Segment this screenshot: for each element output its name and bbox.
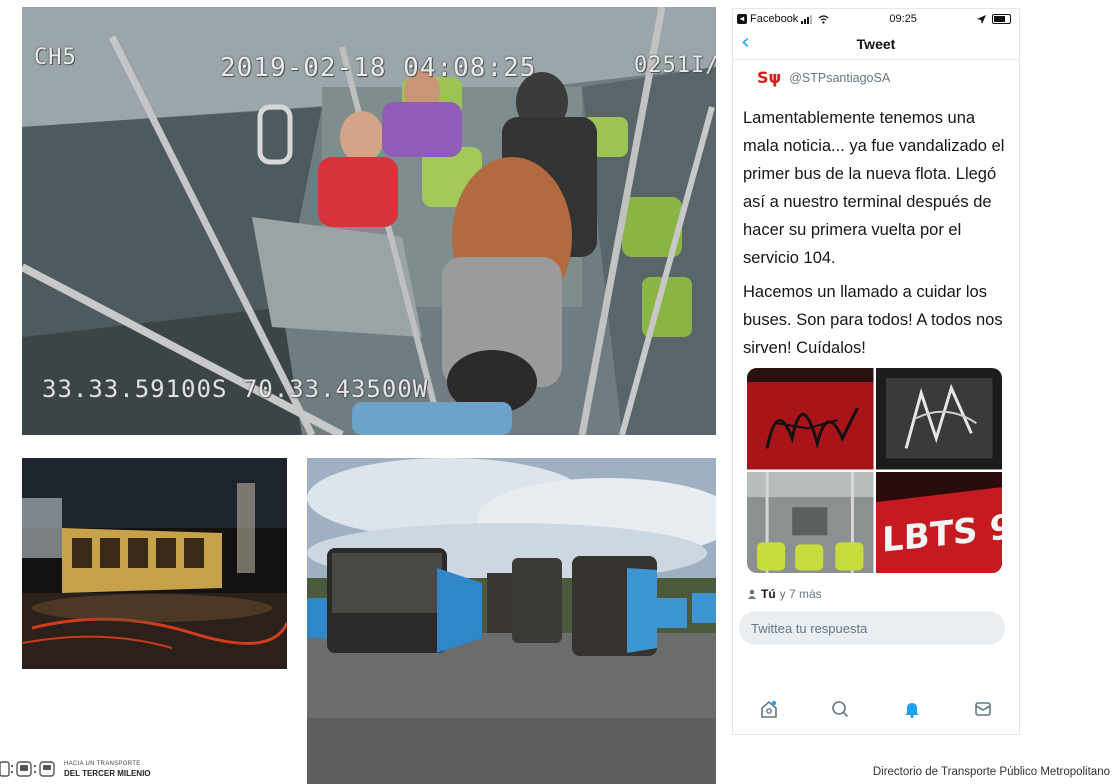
nav-bar: ‹ Tweet <box>733 29 1019 60</box>
media-thumb-4[interactable]: LBTS 99 <box>875 471 1002 573</box>
tweet-paragraph-1: Lamentablemente tenemos una mala noticia… <box>743 109 1005 267</box>
camera-label: CH5 <box>34 45 77 70</box>
media-thumb-2[interactable] <box>875 368 1002 470</box>
author-handle[interactable]: @STPsantiagoSA <box>789 71 890 85</box>
bus-seats-image <box>747 471 874 573</box>
bell-icon <box>904 703 919 719</box>
home-icon <box>760 700 777 718</box>
tab-search[interactable] <box>825 694 855 724</box>
slide: CH5 2019-02-18 04:08:25 0251I/H 33.33.59… <box>0 0 1112 784</box>
footer-credit: Directorio de Transporte Público Metropo… <box>872 766 1110 778</box>
tab-notifications[interactable] <box>897 694 927 724</box>
logo-tagline-small: HACIA UN TRANSPORTE <box>64 761 141 767</box>
back-chevron-icon[interactable]: ‹ <box>741 32 750 54</box>
bottom-tab-bar <box>733 692 1019 726</box>
transport-logo: HACIA UN TRANSPORTE DEL TERCER MILENIO <box>0 759 151 779</box>
timestamp-overlay: 2019-02-18 04:08:25 <box>220 53 537 83</box>
graffiti-red-bus-image <box>747 368 874 470</box>
logo-mark-icon <box>0 761 55 777</box>
tweet-author[interactable]: Sψ @STPsantiagoSA <box>733 60 1019 90</box>
nav-title: Tweet <box>856 36 896 52</box>
search-icon <box>832 701 849 718</box>
likes-name: Tú <box>761 587 776 601</box>
tab-messages[interactable] <box>968 694 998 724</box>
cctv-photo: CH5 2019-02-18 04:08:25 0251I/H 33.33.59… <box>22 7 716 435</box>
envelope-icon <box>975 702 992 716</box>
gps-overlay: 33.33.59100S 70.33.43500W <box>42 375 429 403</box>
wifi-icon <box>818 14 829 24</box>
status-app-name[interactable]: Facebook <box>750 13 798 25</box>
tweet-body: Lamentablemente tenemos una mala noticia… <box>733 90 1019 362</box>
burnt-buses-image <box>307 458 716 784</box>
burnt-buses-photo <box>307 458 716 784</box>
media-thumb-3[interactable] <box>747 471 874 573</box>
tweet-screenshot: ◂ Facebook 09:25 ‹ Tweet Sψ @STPsantiago… <box>732 8 1020 735</box>
status-bar: ◂ Facebook 09:25 <box>733 9 1019 29</box>
location-icon <box>977 14 986 24</box>
media-thumb-1[interactable] <box>747 368 874 470</box>
tagged-bus-image: LBTS 99 <box>875 471 1002 573</box>
likes-rest: y 7 más <box>779 587 822 601</box>
unit-id-overlay: 0251I/H <box>634 53 716 78</box>
author-logo-icon: Sψ <box>757 68 782 87</box>
tab-home[interactable] <box>754 694 784 724</box>
burning-bus-photo <box>22 458 287 669</box>
signal-icon <box>801 14 813 24</box>
reply-placeholder: Twittea tu respuesta <box>751 620 868 636</box>
scratched-window-image <box>875 368 1002 470</box>
status-time: 09:25 <box>889 13 917 25</box>
person-icon <box>748 589 756 599</box>
battery-icon <box>992 14 1011 24</box>
burning-bus-image <box>22 458 287 669</box>
back-to-app-icon: ◂ <box>737 14 747 24</box>
tweet-media-grid[interactable]: LBTS 99 <box>747 368 1002 573</box>
tweet-paragraph-2: Hacemos un llamado a cuidar los buses. S… <box>743 283 1003 357</box>
reply-input[interactable]: Twittea tu respuesta <box>739 611 1005 645</box>
likes-row[interactable]: Tú y 7 más <box>733 573 1019 601</box>
logo-tagline-big: DEL TERCER MILENIO <box>64 769 151 778</box>
